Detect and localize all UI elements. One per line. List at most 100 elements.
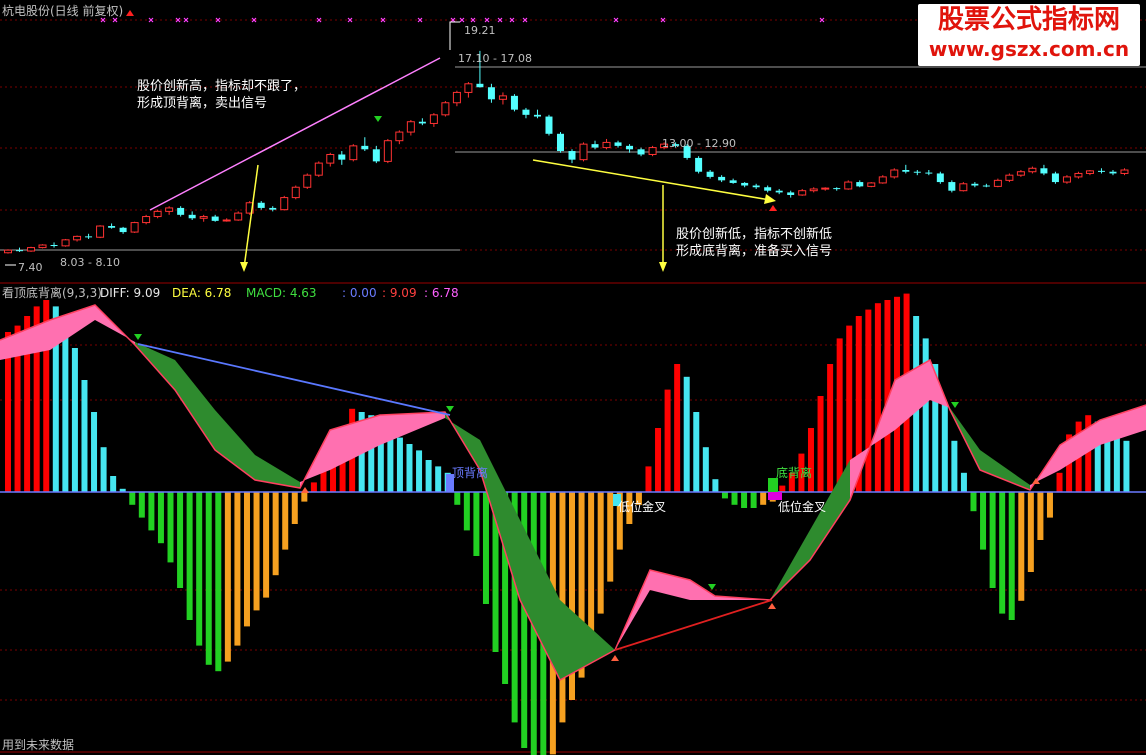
macd-bar	[731, 492, 738, 505]
candle-body	[913, 171, 921, 173]
macd-bar	[702, 447, 709, 492]
candle-body	[303, 174, 312, 188]
candle-body	[626, 145, 634, 150]
value-1: : 0.00	[342, 286, 377, 300]
macd-bar	[980, 492, 987, 550]
macd-bar	[263, 492, 270, 598]
candle-body	[395, 131, 404, 142]
candle-body	[533, 114, 541, 117]
macd-bar	[1123, 440, 1130, 492]
candle-body	[1040, 168, 1048, 174]
macd-bar	[760, 492, 767, 505]
annotation-arrow-head	[240, 262, 248, 272]
macd-bar	[807, 428, 814, 492]
macd-bar	[473, 492, 480, 556]
top-divergence-note-line2: 形成顶背离，卖出信号	[137, 96, 268, 111]
macd-bar	[712, 479, 719, 492]
diff-dea-ribbon	[175, 360, 215, 450]
macd-bar	[836, 338, 843, 492]
candle-body	[545, 116, 553, 134]
macd-bar	[71, 348, 78, 492]
candle-body	[695, 157, 703, 172]
candle-body	[108, 226, 116, 228]
candle-body	[188, 214, 196, 219]
diff-dea-ribbon	[560, 600, 615, 680]
candle-body	[349, 145, 358, 161]
high-range-label: 17.10 - 17.08	[458, 52, 532, 65]
candle-body	[844, 181, 853, 190]
macd-bar	[282, 492, 289, 550]
macd-bar	[1046, 492, 1053, 518]
candle-body	[429, 114, 438, 124]
candle-body	[476, 83, 484, 88]
macd-bar	[645, 466, 652, 492]
candle-body	[1005, 174, 1014, 181]
macd-bar	[100, 447, 107, 492]
macd-bar	[989, 492, 996, 588]
macd-bar	[1018, 492, 1025, 601]
candle-body	[38, 244, 47, 249]
macd-bar	[970, 492, 977, 512]
high-price-leader	[449, 21, 460, 50]
candle-body	[833, 188, 841, 190]
candle-body	[568, 151, 576, 160]
macd-bar	[138, 492, 145, 518]
candle-body	[637, 149, 645, 155]
candle-body	[648, 147, 657, 155]
candle-body	[177, 207, 185, 215]
macd-bar	[291, 492, 298, 524]
candle-body	[1062, 176, 1071, 183]
top-divergence-note-line1: 股价创新高，指标却不跟了，	[137, 79, 307, 94]
candle-body	[27, 247, 36, 252]
high-price-label: 19.21	[464, 24, 496, 37]
macd-bar	[177, 492, 184, 588]
macd-bar	[1056, 472, 1063, 492]
candle-body	[487, 87, 495, 100]
buy-arrow-icon	[611, 655, 619, 661]
buy-arrow-icon	[769, 205, 777, 211]
candle-body	[85, 236, 93, 238]
macd-bar	[721, 492, 728, 499]
low-price-label: 7.40	[18, 261, 43, 274]
diff-dea-ribbon	[1100, 405, 1146, 445]
sell-arrow-icon	[708, 584, 716, 590]
macd-bar	[817, 396, 824, 492]
signal-marker-icon	[183, 17, 189, 23]
value-3: : 6.78	[424, 286, 459, 300]
macd-bar	[1027, 492, 1034, 572]
candle-body	[741, 182, 749, 186]
buy-arrow-icon	[768, 603, 776, 609]
diff-dea-ribbon	[215, 410, 255, 480]
candle-body	[314, 162, 323, 176]
candle-body	[498, 95, 507, 100]
diff-dea-ribbon	[380, 412, 445, 445]
candle-body	[982, 185, 990, 187]
macd-bar	[951, 440, 958, 492]
macd-bar	[243, 492, 250, 627]
macd-bar	[416, 450, 423, 492]
macd-bar	[62, 325, 69, 492]
low-cross-label-2: 低位金叉	[778, 500, 827, 514]
candle-body	[418, 121, 426, 124]
candle-body	[878, 176, 887, 184]
candle-body	[61, 239, 70, 247]
low-cross-label-1: 低位金叉	[618, 500, 667, 514]
macd-bar	[454, 492, 461, 505]
candle-body	[510, 95, 518, 110]
candle-body	[809, 188, 818, 192]
diff-dea-ribbon	[980, 450, 1030, 490]
candle-body	[706, 171, 714, 177]
annotation-arrow	[243, 164, 259, 269]
macd-bar	[607, 492, 614, 582]
macd-bar	[186, 492, 193, 620]
candle-body	[602, 141, 611, 149]
macd-bar	[406, 444, 413, 492]
low-cross-marker	[768, 492, 782, 500]
candle-body	[372, 149, 380, 162]
candle-body	[890, 169, 899, 178]
candle-body	[948, 182, 956, 191]
macd-bar	[865, 309, 872, 492]
macd-bar	[110, 476, 117, 492]
candle-body	[50, 245, 58, 246]
macd-bar	[1008, 492, 1015, 620]
